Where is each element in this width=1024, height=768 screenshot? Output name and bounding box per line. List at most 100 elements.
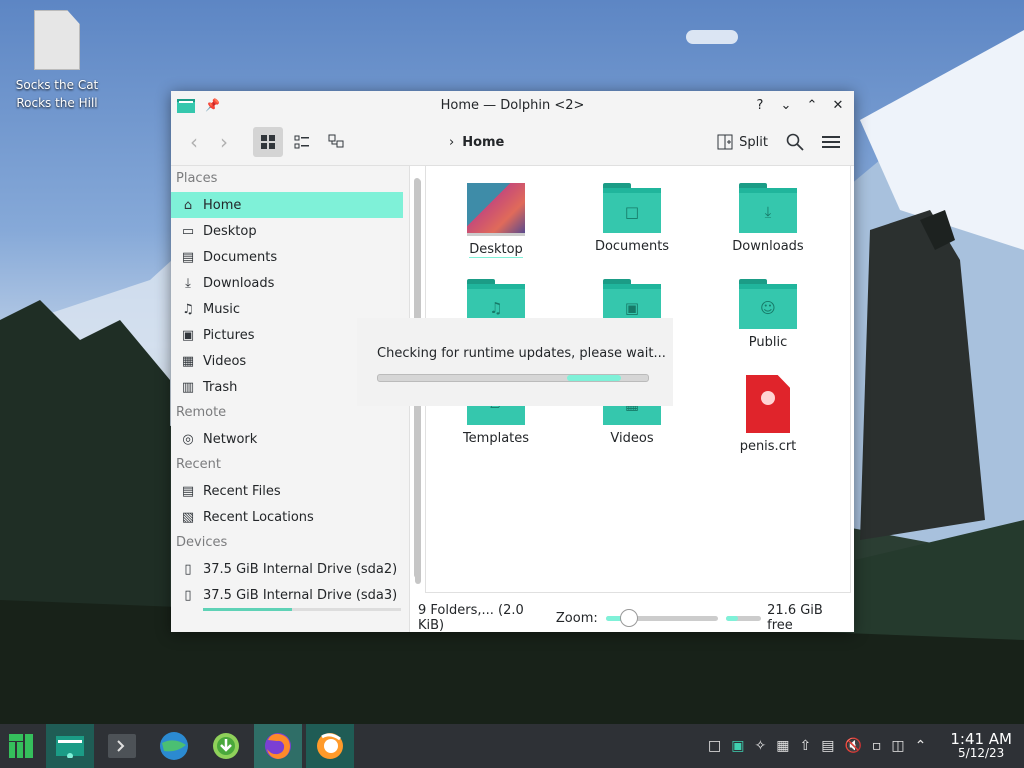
pin-icon[interactable]: 📌 [205,98,220,112]
taskbar-updater[interactable] [202,724,250,768]
minimize-button[interactable]: ⌄ [778,98,794,113]
kde-connect-icon[interactable]: ✧ [755,738,767,754]
file-item-public[interactable]: ☺ Public [708,279,828,350]
sidebar-item-label: Desktop [203,223,257,239]
file-item-label: Templates [462,431,530,446]
clock-time: 1:41 AM [950,730,1012,748]
sidebar-item-recent-locations[interactable]: ▧ Recent Locations [171,504,403,530]
downloads-icon: ⤓ [185,275,191,291]
file-item-label: Videos [610,431,654,446]
clock[interactable]: 1:41 AM 5/12/23 [950,730,1012,761]
taskbar-dolphin[interactable] [46,724,94,768]
globe-icon [160,732,188,760]
taskbar-browser[interactable] [150,724,198,768]
sidebar-section-places: Places [176,171,218,186]
recent-locations-icon: ▧ [181,509,195,525]
chevron-right-icon: › [449,134,455,150]
close-button[interactable]: ✕ [830,98,846,113]
split-button[interactable]: Split [717,134,768,150]
sidebar-item-label: 37.5 GiB Internal Drive (sda3) [203,587,398,603]
maximize-button[interactable]: ⌃ [804,98,820,113]
file-item-penis-crt[interactable]: penis.crt [708,375,828,454]
notes-icon[interactable]: ▤ [821,738,834,754]
titlebar[interactable]: 📌 Home — Dolphin <2> ? ⌄ ⌃ ✕ [171,91,854,119]
show-desktop-icon[interactable]: □ [708,738,721,754]
file-item-desktop[interactable]: Desktop [436,183,556,258]
progress-bar [377,374,649,382]
taskbar-konsole[interactable] [98,724,146,768]
breadcrumb-home[interactable]: Home [462,135,504,150]
public-folder-icon: ☺ [739,279,797,329]
desktop-folder-icon [467,183,525,236]
taskbar: □ ▣ ✧ ▦ ⇧ ▤ 🔇 ▫ ◫ ⌃ 1:41 AM 5/12/23 [0,724,1024,768]
sidebar-item-home[interactable]: ⌂ Home [171,192,403,218]
sidebar-item-37-5-gib-internal-drive-sda3-[interactable]: ▯ 37.5 GiB Internal Drive (sda3) [171,582,403,608]
taskbar-firefox-window[interactable] [306,724,354,768]
system-tray: □ ▣ ✧ ▦ ⇧ ▤ 🔇 ▫ ◫ ⌃ 1:41 AM 5/12/23 [708,730,1024,761]
breadcrumb[interactable]: › Home [449,135,504,150]
sidebar-section-devices: Devices [176,535,228,550]
forward-button[interactable]: › [209,130,239,154]
sidebar-item-37-5-gib-internal-drive-sda2-[interactable]: ▯ 37.5 GiB Internal Drive (sda2) [171,556,403,582]
file-item-documents[interactable]: □ Documents [572,183,692,254]
clipboard-icon[interactable]: ▣ [731,738,744,754]
desktop: Socks the Cat Rocks the Hill 📌 Home — Do… [0,0,1024,768]
update-icon[interactable]: ⇧ [799,738,811,754]
sidebar-item-label: 37.5 GiB Internal Drive (sda2) [203,561,398,577]
sidebar-item-label: Network [203,431,258,447]
usb-icon[interactable]: ▫ [872,738,882,754]
sidebar-item-label: Documents [203,249,278,265]
file-item-label: Public [748,335,788,350]
file-item-label: Desktop [469,242,523,258]
sidebar-item-label: Recent Files [203,483,281,499]
details-view-button[interactable] [287,127,317,157]
dolphin-icon [56,736,84,758]
download-folder-icon: ⤓ [739,183,797,233]
file-item-downloads[interactable]: ⤓ Downloads [708,183,828,254]
hamburger-menu-icon[interactable] [822,134,840,150]
document-folder-icon: □ [603,183,661,233]
app-launcher-button[interactable] [0,724,42,768]
sidebar-item-network[interactable]: ◎ Network [171,426,403,452]
sidebar-item-desktop[interactable]: ▭ Desktop [171,218,403,244]
help-button[interactable]: ? [752,98,768,113]
status-bar: 9 Folders,... (2.0 KiB) Zoom: 21.6 GiB f… [418,603,850,633]
sidebar-item-documents[interactable]: ▤ Documents [171,244,403,270]
recent-files-icon: ▤ [181,483,195,499]
back-button[interactable]: ‹ [179,130,209,154]
desktop-file-label: Socks the Cat Rocks the Hill [15,78,99,110]
zoom-label: Zoom: [555,610,598,626]
desktop-icon: ▭ [181,223,195,239]
sidebar-item-label: Pictures [203,327,255,343]
documents-icon: ▤ [181,249,195,265]
tree-view-button[interactable] [321,127,351,157]
zoom-slider[interactable] [605,608,719,627]
file-item-label: Downloads [732,239,804,254]
popup-message: Checking for runtime updates, please wai… [377,346,666,361]
drive-icon: ▯ [184,587,192,603]
file-icon [34,10,80,70]
trash-icon: ▥ [181,379,195,395]
dolphin-app-icon [177,99,195,113]
tree-icon [328,134,344,148]
icons-view-button[interactable] [253,127,283,157]
sidebar-item-label: Downloads [203,275,275,291]
package-manager-icon[interactable]: ▦ [776,738,789,754]
grid-icon [261,135,275,149]
chevron-up-icon[interactable]: ⌃ [915,738,927,754]
sidebar-item-downloads[interactable]: ⤓ Downloads [171,270,403,296]
status-summary: 9 Folders,... (2.0 KiB) [418,603,524,633]
volume-muted-icon[interactable]: 🔇 [844,738,861,754]
music-icon: ♫ [182,301,194,317]
sidebar-item-recent-files[interactable]: ▤ Recent Files [171,478,403,504]
clock-date: 5/12/23 [958,746,1005,760]
sidebar-section-recent: Recent [176,457,221,472]
sidebar-item-label: Home [203,197,242,213]
desktop-file-icon[interactable]: Socks the Cat Rocks the Hill [14,10,100,112]
zoom-slider-handle[interactable] [620,608,639,627]
search-icon[interactable] [786,133,804,151]
taskbar-firefox[interactable] [254,724,302,768]
sidebar-item-label: Videos [203,353,247,369]
network-icon[interactable]: ◫ [891,738,904,754]
sidebar-item-label: Music [203,301,240,317]
